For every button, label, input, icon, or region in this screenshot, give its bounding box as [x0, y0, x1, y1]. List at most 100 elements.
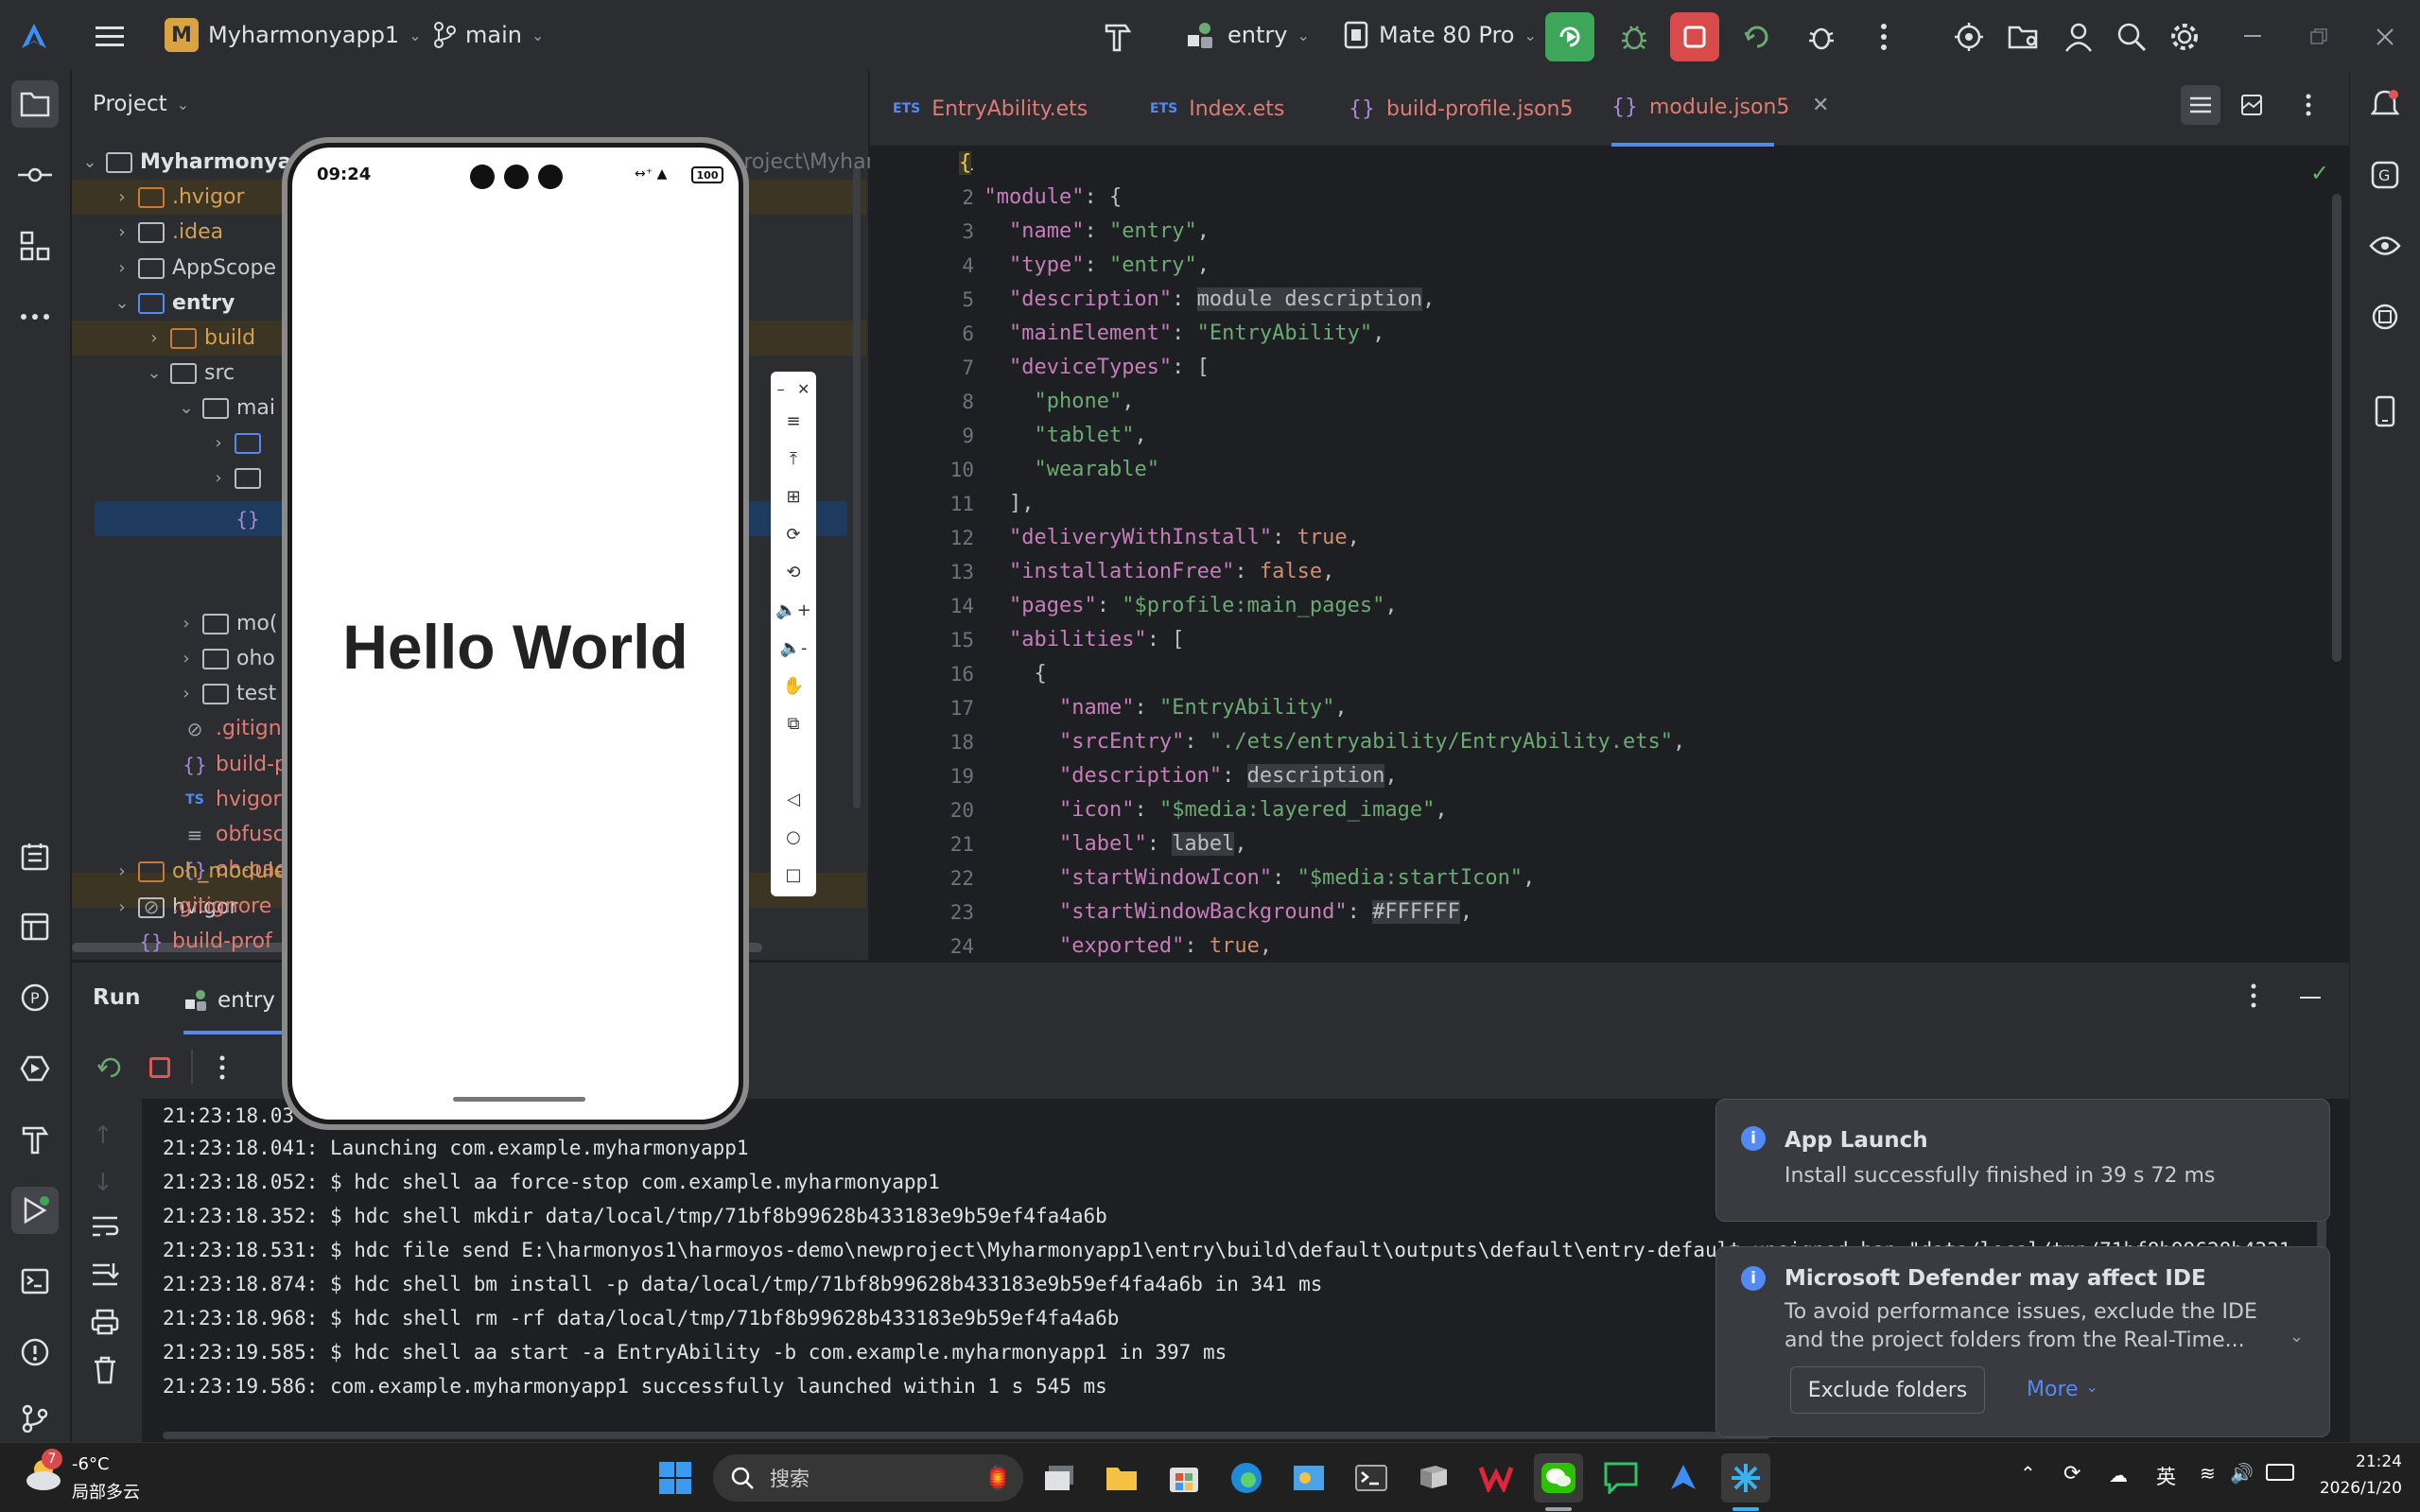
restore-window-icon[interactable]: [2294, 12, 2343, 61]
project-selector[interactable]: M Myharmonyapp1 ⌄: [165, 12, 422, 58]
wifi-icon[interactable]: ≋: [2200, 1462, 2216, 1485]
chevron-right-icon[interactable]: ›: [176, 684, 197, 704]
editor-more-icon[interactable]: [2289, 85, 2328, 125]
tree-item-main[interactable]: ⌄ mai: [176, 391, 275, 426]
tree-vertical-scrollbar[interactable]: [853, 165, 861, 808]
tree-item-test[interactable]: › test: [176, 676, 276, 711]
chevron-right-icon[interactable]: ›: [112, 187, 132, 207]
deveco-studio-icon[interactable]: [1659, 1453, 1708, 1503]
gesture-icon[interactable]: ✋: [771, 669, 816, 703]
volume-up-icon[interactable]: 🔈+: [771, 593, 816, 627]
chevron-down-icon[interactable]: ⌄: [112, 293, 132, 313]
editor-scrollbar[interactable]: [2332, 194, 2342, 662]
tree-item-hvigorfile[interactable]: TS hvigorf: [176, 782, 288, 817]
scroll-to-end-icon[interactable]: [91, 1261, 119, 1288]
code-view-icon[interactable]: [2181, 85, 2220, 125]
tree-item-idea[interactable]: › .idea: [112, 215, 223, 250]
layout-icon[interactable]: [11, 903, 59, 950]
book-app-icon[interactable]: [1409, 1453, 1458, 1503]
terminal-icon[interactable]: [11, 1258, 59, 1305]
terminal-app-icon[interactable]: [1347, 1453, 1396, 1503]
debug-button[interactable]: [1610, 12, 1659, 61]
chevron-right-icon[interactable]: ›: [112, 861, 132, 881]
device-mirror-icon[interactable]: [2361, 388, 2409, 435]
chevron-down-icon[interactable]: ⌄: [144, 363, 165, 383]
edge-browser-icon[interactable]: [1222, 1453, 1271, 1503]
clock-time[interactable]: 21:24: [2309, 1452, 2402, 1471]
close-icon[interactable]: ✕: [797, 380, 810, 398]
input-method-indicator[interactable]: 英: [2156, 1462, 2176, 1490]
tray-sync-icon[interactable]: ⟳: [2063, 1462, 2081, 1486]
tree-item-build-profile[interactable]: {} build-p: [176, 747, 287, 782]
tree-item-obfuscation[interactable]: ≡ obfusc: [176, 817, 285, 852]
notification-defender[interactable]: i Microsoft Defender may affect IDE To a…: [1715, 1246, 2330, 1437]
wechat-icon[interactable]: [1534, 1453, 1583, 1503]
structure-icon[interactable]: [11, 222, 59, 269]
screenshot-crop-icon[interactable]: ⊞: [771, 479, 816, 513]
tree-item-gitignore[interactable]: ⊘ .gitigno: [176, 711, 295, 746]
task-view-icon[interactable]: [1035, 1453, 1084, 1503]
volume-icon[interactable]: 🔊: [2230, 1462, 2254, 1485]
print-icon[interactable]: [91, 1309, 119, 1335]
tree-item-build[interactable]: › build: [144, 321, 255, 356]
pin-top-icon[interactable]: ⤒: [771, 442, 816, 476]
file-explorer-icon[interactable]: [1097, 1453, 1146, 1503]
tree-item-module-json5[interactable]: {}: [229, 501, 269, 536]
codegenie-icon[interactable]: G: [2361, 151, 2409, 199]
store-icon[interactable]: [1159, 1453, 1209, 1503]
tree-item-hvigor-dir[interactable]: › .hvigor: [112, 180, 244, 215]
battery-icon[interactable]: [2266, 1464, 2294, 1481]
more-actions-icon[interactable]: [1859, 12, 1908, 61]
commit-icon[interactable]: [11, 151, 59, 199]
search-icon[interactable]: [2107, 12, 2156, 61]
weather-widget[interactable]: 7: [23, 1449, 64, 1494]
nav-back-icon[interactable]: ◁: [771, 782, 816, 816]
chat-bubble-app-icon[interactable]: [1596, 1453, 1645, 1503]
scroll-up-icon[interactable]: ↑: [93, 1121, 113, 1150]
rerun-button[interactable]: [1545, 12, 1594, 61]
split-view-icon[interactable]: [2232, 85, 2272, 125]
clear-all-trash-icon[interactable]: [93, 1356, 117, 1384]
build-hammer-icon[interactable]: [1093, 12, 1142, 61]
settings-gear-icon[interactable]: [2160, 12, 2209, 61]
tree-item-appscope[interactable]: › AppScope: [112, 251, 276, 286]
volume-down-icon[interactable]: 🔈-: [771, 631, 816, 665]
run-panel-options-icon[interactable]: [2251, 983, 2256, 1008]
project-tool-icon[interactable]: [11, 80, 59, 128]
notification-app-launch[interactable]: i App Launch Install successfully finish…: [1715, 1099, 2330, 1222]
no-problems-check-icon[interactable]: ✓: [2310, 160, 2329, 186]
nav-home-icon[interactable]: ○: [771, 820, 816, 854]
minimize-window-icon[interactable]: [2228, 12, 2277, 61]
run-tool-icon[interactable]: [11, 1187, 59, 1234]
chevron-right-icon[interactable]: ›: [208, 433, 229, 453]
home-indicator[interactable]: [453, 1097, 585, 1102]
more-link[interactable]: More ⌄: [2027, 1378, 2098, 1401]
tab-entryability[interactable]: ETS EntryAbility.ets: [893, 71, 1088, 147]
stop-icon[interactable]: [149, 1057, 170, 1078]
tray-overflow-chevron-icon[interactable]: ⌃: [2020, 1462, 2036, 1485]
tab-module-json5[interactable]: {} module.json5: [1611, 71, 1789, 147]
more-tools-icon[interactable]: [11, 293, 59, 340]
tab-build-profile[interactable]: {} build-profile.json5: [1349, 71, 1574, 147]
notifications-bell-icon[interactable]: [2361, 80, 2409, 128]
close-tab-icon[interactable]: ✕: [1812, 94, 1829, 117]
tree-item-mock[interactable]: › mo(: [176, 606, 277, 641]
console-horizontal-scrollbar[interactable]: [163, 1432, 1770, 1439]
chevron-right-icon[interactable]: ›: [176, 614, 197, 634]
main-menu-icon[interactable]: [85, 12, 134, 61]
run-more-icon[interactable]: [219, 1055, 225, 1080]
tree-item-resources[interactable]: ›: [208, 461, 269, 495]
app-logo-icon[interactable]: [9, 12, 59, 61]
attach-debugger-button[interactable]: [1797, 12, 1846, 61]
device-manager-icon[interactable]: [1944, 12, 1993, 61]
clock-date[interactable]: 2026/1/20: [2309, 1479, 2402, 1498]
app-analyzer-icon[interactable]: [2361, 293, 2409, 340]
chevron-right-icon[interactable]: ›: [208, 468, 229, 488]
close-window-icon[interactable]: [2360, 12, 2410, 61]
tree-item-ets[interactable]: ›: [208, 426, 269, 461]
profiler-icon[interactable]: P: [11, 974, 59, 1021]
chevron-right-icon[interactable]: ›: [144, 328, 165, 348]
build-icon[interactable]: [11, 1116, 59, 1163]
version-control-icon[interactable]: [11, 1395, 59, 1442]
run-tab-entry[interactable]: entry: [183, 980, 275, 1021]
